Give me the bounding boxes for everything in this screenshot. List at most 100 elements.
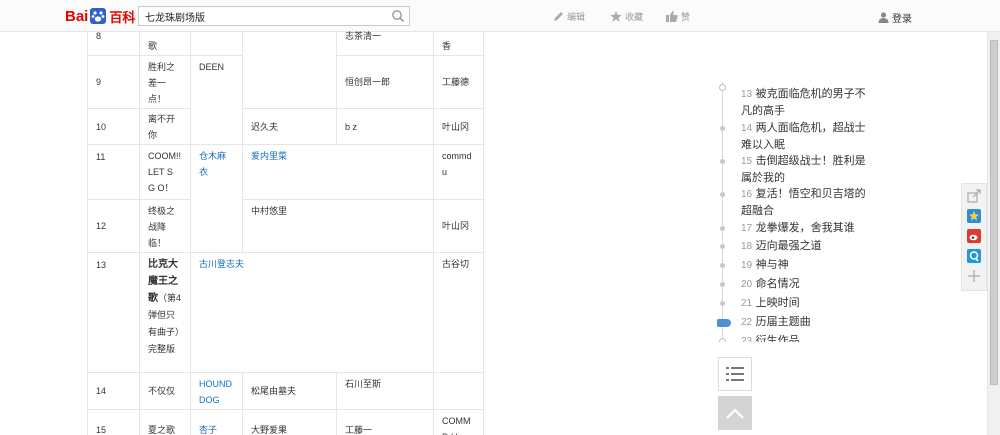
catalog-dot bbox=[720, 226, 725, 231]
catalog-dot bbox=[720, 192, 725, 197]
table-row: 12 终极之战降临！ 中村悠里 叶山冈 bbox=[87, 199, 484, 253]
catalog-item-text: 23 衍生作品 bbox=[741, 334, 800, 342]
top-bar: Bai 百科 编辑 收藏 赞 bbox=[0, 0, 1000, 32]
catalog-dot bbox=[720, 244, 725, 249]
singer-link[interactable]: HOUND DOG bbox=[199, 379, 232, 405]
singer-cell: HOUND DOG bbox=[190, 372, 243, 410]
catalog-dot bbox=[720, 301, 725, 306]
favorite-label: 收藏 bbox=[625, 12, 644, 22]
song-title: 夏之歌 bbox=[139, 409, 191, 435]
table-row: 15 夏之歌 杏子 大野爱果 工藤一 COMMD U bbox=[87, 409, 484, 435]
search-input[interactable] bbox=[139, 7, 379, 25]
arranger-cell: 叶山冈 bbox=[433, 108, 484, 145]
catalog-item-text: 17 龙拳爆发，舍我其谁 bbox=[741, 221, 855, 234]
arranger-cell: 古谷切 bbox=[433, 252, 484, 373]
row-number: 15 bbox=[87, 409, 140, 435]
composer-cell: 恒创昂一郎 bbox=[336, 55, 434, 109]
row-number: 11 bbox=[87, 144, 140, 200]
catalog-item-text: 21 上映时间 bbox=[741, 296, 800, 309]
baidu-baike-logo[interactable]: Bai 百科 bbox=[65, 5, 135, 27]
qzone-icon[interactable] bbox=[967, 209, 981, 223]
table-row: 14 不仅仅 HOUND DOG 松尾由墓夫 石川至斯 bbox=[87, 372, 484, 410]
row-number: 14 bbox=[87, 372, 140, 410]
back-to-top-button[interactable] bbox=[718, 396, 752, 430]
share-icon[interactable] bbox=[967, 189, 981, 203]
catalog-item-text: 14 两人面临危机，超战士难以入眠 bbox=[741, 121, 866, 151]
theme-song-table: 8 歌 志茶清一 香 9 胜利之差一点！ DEEN 恒创昂一郎 工藤德 10 离… bbox=[87, 31, 484, 435]
weibo-icon[interactable] bbox=[967, 229, 981, 243]
catalog-item-text: 22 历届主题曲 bbox=[741, 315, 811, 328]
song-title: 离不开你 bbox=[139, 108, 191, 145]
catalog-bottom-ring bbox=[719, 338, 726, 342]
edit-label: 编辑 bbox=[567, 12, 586, 22]
catalog-dot bbox=[720, 126, 725, 131]
table-row: 10 离不开你 迟久夫 b z 叶山冈 bbox=[87, 108, 484, 145]
singer-cell: 仓木麻衣 bbox=[190, 144, 243, 253]
catalog-item-text: 19 神与神 bbox=[741, 258, 789, 271]
song-title: 不仅仅 bbox=[139, 372, 191, 410]
catalog-dot bbox=[720, 159, 725, 164]
arranger-cell: 香 bbox=[433, 31, 484, 56]
catalog-item-text: 13 被克面临危机的男子不凡的高手 bbox=[741, 87, 866, 117]
catalog-toggle-button[interactable] bbox=[718, 357, 752, 391]
row-number: 9 bbox=[87, 55, 140, 109]
lyricist-cell: 松尾由墓夫 bbox=[242, 372, 337, 410]
composer-cell: b z bbox=[336, 108, 434, 145]
lyricist-cell: 中村悠里 bbox=[242, 199, 434, 253]
lyricist-link[interactable]: 爱内里菜 bbox=[251, 151, 287, 161]
catalog-item-text: 18 迈向最强之道 bbox=[741, 239, 822, 252]
table-row: 8 歌 志茶清一 香 bbox=[87, 31, 484, 109]
lyricist-cell bbox=[242, 31, 337, 109]
paw-icon bbox=[90, 8, 107, 24]
arranger-cell: COMMD U bbox=[433, 409, 484, 435]
chevron-up-icon bbox=[726, 407, 744, 419]
login-button[interactable]: 登录 bbox=[878, 10, 912, 25]
search-box[interactable] bbox=[138, 6, 410, 26]
like-label: 赞 bbox=[681, 12, 691, 22]
catalog-nav: 13 被克面临危机的男子不凡的高手 14 两人面临危机，超战士难以入眠 15 击… bbox=[717, 82, 877, 342]
list-icon bbox=[726, 367, 744, 381]
row-number: 12 bbox=[87, 199, 140, 253]
active-marker bbox=[717, 319, 731, 327]
user-icon bbox=[878, 12, 889, 23]
row-number: 8 bbox=[87, 31, 140, 56]
page-scrollbar[interactable] bbox=[987, 32, 1000, 435]
singer-cell: 杏子 bbox=[190, 409, 243, 435]
singer-link[interactable]: 古川登志夫 bbox=[199, 259, 244, 269]
search-icon[interactable] bbox=[391, 9, 405, 23]
composer-cell: 石川至斯 bbox=[336, 372, 434, 410]
catalog-dot bbox=[720, 263, 725, 268]
login-label: 登录 bbox=[892, 14, 912, 25]
qq-share-icon[interactable] bbox=[967, 249, 981, 263]
lyricist-cell: 迟久夫 bbox=[242, 108, 337, 145]
star-icon bbox=[610, 11, 622, 22]
singer-cell: DEEN bbox=[190, 55, 243, 145]
thumbs-up-icon bbox=[666, 11, 678, 22]
plus-icon[interactable] bbox=[967, 269, 981, 283]
song-title: 比克大魔王之歌（第4弹但只有曲子）完整版 bbox=[139, 252, 191, 373]
table-row: 11 COOM!! LET S G O！ 仓木麻衣 爱内里菜 commd u bbox=[87, 144, 484, 253]
lyricist-cell: 爱内里菜 bbox=[242, 144, 434, 200]
catalog-item-text: 16 复活！悟空和贝吉塔的超融合 bbox=[741, 187, 866, 217]
lyricist-cell: 大野爱果 bbox=[242, 409, 337, 435]
like-button[interactable]: 赞 bbox=[666, 10, 690, 23]
share-sidebar bbox=[961, 183, 987, 291]
scrollbar-thumb[interactable] bbox=[990, 40, 998, 385]
table-row: 13 比克大魔王之歌（第4弹但只有曲子）完整版 古川登志夫 古谷切 bbox=[87, 252, 484, 373]
row-number: 13 bbox=[87, 252, 140, 373]
logo-text-right: 百科 bbox=[109, 9, 136, 25]
row-number: 10 bbox=[87, 108, 140, 145]
arranger-cell: 叶山冈 bbox=[433, 199, 484, 253]
singer-link[interactable]: 杏子 bbox=[199, 425, 217, 435]
song-title: COOM!! LET S G O！ bbox=[139, 144, 191, 200]
song-title: 歌 bbox=[139, 31, 191, 56]
edit-button[interactable]: 编辑 bbox=[553, 10, 585, 23]
catalog-top-ring bbox=[719, 84, 726, 91]
favorite-button[interactable]: 收藏 bbox=[610, 10, 643, 23]
arranger-cell: commd u bbox=[433, 144, 484, 200]
song-title: 终极之战降临！ bbox=[139, 199, 191, 253]
catalog-dot bbox=[720, 282, 725, 287]
composer-cell: 工藤一 bbox=[336, 409, 434, 435]
singer-link[interactable]: 仓木麻衣 bbox=[199, 151, 226, 177]
singer-cell: 古川登志夫 bbox=[190, 252, 434, 373]
